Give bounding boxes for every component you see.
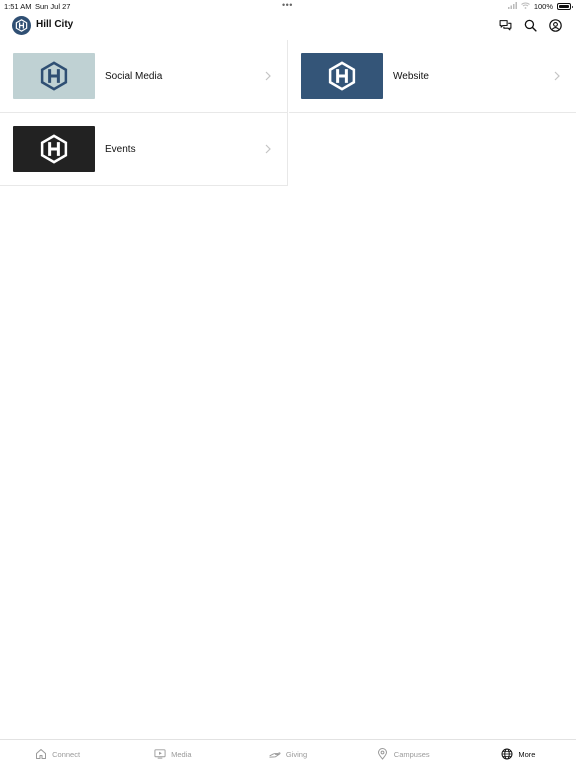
home-icon [35, 748, 47, 760]
tile-thumbnail [13, 126, 95, 172]
tile-label: Social Media [105, 70, 163, 82]
tab-campuses[interactable]: Campuses [346, 740, 461, 768]
tab-media[interactable]: Media [115, 740, 230, 768]
tab-label: Connect [52, 749, 81, 759]
tab-bar: Connect Media Giving Campuses More [0, 739, 576, 768]
status-date: Sun Jul 27 [35, 2, 71, 11]
hex-h-logo-icon [40, 61, 68, 91]
status-time: 1:51 AM [4, 2, 32, 11]
search-icon [524, 19, 537, 32]
tile-label: Events [105, 143, 136, 155]
battery-percent: 100% [533, 2, 553, 11]
brand-logo [12, 16, 31, 35]
battery-icon [557, 3, 573, 10]
hex-h-logo-icon [15, 19, 28, 32]
location-pin-icon [377, 748, 389, 760]
app-header: Hill City [0, 12, 576, 40]
tab-more[interactable]: More [461, 740, 576, 768]
multitasking-dots-icon[interactable]: ••• [282, 0, 293, 10]
chevron-right-icon [263, 144, 273, 154]
tile-social-media[interactable]: Social Media [0, 40, 288, 113]
tab-label: More [518, 749, 536, 759]
account-button[interactable] [548, 18, 562, 32]
app-title: Hill City [36, 19, 74, 30]
tab-label: Campuses [393, 749, 430, 759]
globe-icon [501, 748, 513, 760]
tab-label: Giving [285, 749, 308, 759]
chat-bubbles-icon [499, 19, 511, 30]
chevron-right-icon [552, 71, 562, 81]
tile-thumbnail [301, 53, 383, 99]
chevron-right-icon [263, 71, 273, 81]
tile-label: Website [393, 70, 429, 82]
giving-hand-icon [269, 748, 281, 760]
play-screen-icon [154, 748, 166, 760]
tile-website[interactable]: Website [289, 40, 576, 113]
wifi-icon [520, 2, 530, 11]
status-indicators: 100% [507, 2, 573, 11]
tab-connect[interactable]: Connect [0, 740, 115, 768]
signal-icon [507, 2, 517, 11]
profile-icon [548, 18, 562, 32]
tab-giving[interactable]: Giving [230, 740, 345, 768]
hex-h-logo-icon [40, 134, 68, 164]
hex-h-logo-icon [328, 61, 356, 91]
tab-label: Media [171, 749, 192, 759]
messages-button[interactable] [498, 18, 512, 32]
status-bar: 1:51 AM Sun Jul 27 ••• 100% [0, 0, 576, 12]
tile-events[interactable]: Events [0, 113, 288, 186]
search-button[interactable] [523, 18, 537, 32]
header-actions [498, 18, 562, 32]
tile-thumbnail [13, 53, 95, 99]
